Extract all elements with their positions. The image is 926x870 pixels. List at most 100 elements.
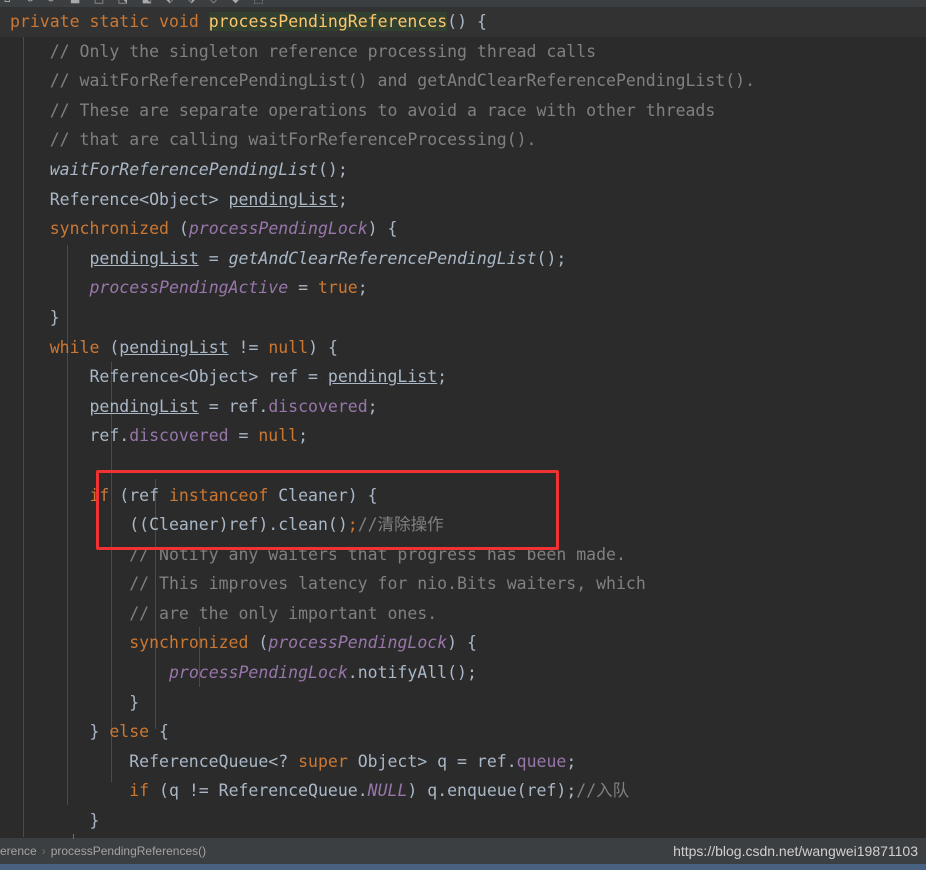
code-line[interactable]: Reference<Object> ref = pendingList; <box>0 362 926 392</box>
code-token-txt: ) { <box>367 219 398 239</box>
code-token-txt: } <box>10 722 110 742</box>
code-token-kw: void <box>159 12 199 31</box>
code-token-kw: super <box>298 751 348 771</box>
code-token-txt: ) q.enqueue(ref); <box>407 781 577 801</box>
code-line[interactable]: // Only the singleton reference processi… <box>0 37 926 67</box>
code-line[interactable]: waitForReferencePendingList(); <box>0 155 926 185</box>
code-token-txt: Object> q = ref. <box>347 751 517 771</box>
code-token-fld: queue <box>516 751 567 771</box>
bottom-accent-bar <box>0 864 926 870</box>
code-token-sfld: NULL <box>367 781 408 801</box>
code-lines[interactable]: private static void processPendingRefere… <box>0 7 926 838</box>
code-token-txt: ref. <box>10 426 130 446</box>
breadcrumb-item[interactable]: processPendingReferences() <box>51 844 206 858</box>
code-token-txt: ; <box>566 751 577 771</box>
code-token-cmt: // These are separate operations to avoi… <box>10 100 716 120</box>
code-token-loc: pendingList <box>119 337 229 357</box>
code-token-txt: ) { <box>308 337 338 357</box>
code-token-fld: discovered <box>268 396 368 416</box>
code-token-txt: Cleaner) { <box>268 485 378 505</box>
code-token-txt: = <box>288 278 318 298</box>
code-line[interactable]: pendingList = ref.discovered; <box>0 392 926 422</box>
code-line[interactable]: } else { <box>0 717 926 747</box>
code-token-fld: discovered <box>129 426 229 446</box>
code-token-kw: if <box>89 485 110 505</box>
code-token-cmt: // Notify any waiters that progress has … <box>10 544 626 564</box>
idea-editor-window: ⌂ ⟲ ⟳ ⬓ ⬒ ⬔ ⬕ ⬖ ⬗ ⬘ ⬙ ⬚ private static v… <box>0 0 926 870</box>
code-token-cmt: //入队 <box>576 781 630 801</box>
code-token-txt: (ref <box>109 485 169 505</box>
code-token-stm: waitForReferencePendingList <box>49 159 318 179</box>
code-token-txt: (); <box>536 248 567 268</box>
code-line[interactable]: processPendingActive = true; <box>0 273 926 303</box>
code-line[interactable]: // waitForReferencePendingList() and get… <box>0 66 926 96</box>
code-token-sfld: processPendingActive <box>89 278 289 298</box>
code-token-kw: null <box>258 426 299 446</box>
code-token-cmt: // waitForReferencePendingList() and get… <box>10 71 756 91</box>
code-line[interactable]: private static void processPendingRefere… <box>0 7 926 37</box>
code-line[interactable]: processPendingLock.notifyAll(); <box>0 658 926 688</box>
code-line[interactable]: } <box>0 806 926 836</box>
code-line[interactable]: synchronized (processPendingLock) { <box>0 628 926 658</box>
toolbar-strip[interactable]: ⌂ ⟲ ⟳ ⬓ ⬒ ⬔ ⬕ ⬖ ⬗ ⬘ ⬙ ⬚ <box>0 0 926 7</box>
code-token-stm: getAndClearReferencePendingList <box>228 248 537 268</box>
code-token-txt: = <box>198 248 229 268</box>
code-token-txt: ; <box>367 396 378 416</box>
code-token-kw: null <box>268 337 309 357</box>
code-line[interactable]: // that are calling waitForReferenceProc… <box>0 125 926 155</box>
code-line[interactable]: while (pendingList != null) { <box>0 333 926 363</box>
code-token-cmt: // This improves latency for nio.Bits wa… <box>10 574 646 594</box>
code-token-kw: ; <box>347 515 358 535</box>
code-token-txt: = ref. <box>198 396 269 416</box>
code-token-txt: ((Cleaner)ref).clean() <box>10 515 348 535</box>
code-token-loc: pendingList <box>327 367 438 387</box>
code-token-kw: while <box>49 337 100 357</box>
code-token-txt: ; <box>298 426 309 446</box>
code-token-cmt: // that are calling waitForReferenceProc… <box>10 130 537 150</box>
watermark-url: https://blog.csdn.net/wangwei19871103 <box>673 843 918 859</box>
code-line[interactable] <box>0 451 926 481</box>
code-token-cmt: //清除操作 <box>357 515 444 535</box>
code-line[interactable]: } <box>0 303 926 333</box>
code-line[interactable]: ref.discovered = null; <box>0 421 926 451</box>
code-token-txt: } <box>10 692 140 712</box>
code-token-kw: if <box>129 781 150 801</box>
code-token-txt: ( <box>99 337 120 357</box>
code-line[interactable]: ReferenceQueue<? super Object> q = ref.q… <box>0 747 926 777</box>
code-line[interactable]: // are the only important ones. <box>0 599 926 629</box>
code-token-txt: ) { <box>447 633 477 653</box>
code-line[interactable]: if (ref instanceof Cleaner) { <box>0 481 926 511</box>
breadcrumb-item[interactable]: erence <box>0 844 37 858</box>
code-token-txt: (q != ReferenceQueue. <box>149 781 368 801</box>
code-line[interactable]: // Notify any waiters that progress has … <box>0 540 926 570</box>
code-line[interactable]: // This improves latency for nio.Bits wa… <box>0 569 926 599</box>
code-token-kw: true <box>317 278 358 298</box>
code-line[interactable]: if (q != ReferenceQueue.NULL) q.enqueue(… <box>0 776 926 806</box>
code-editor[interactable]: private static void processPendingRefere… <box>0 7 926 838</box>
status-bar: erence › processPendingReferences() https:… <box>0 834 926 864</box>
code-token-sfld: processPendingLock <box>268 633 448 653</box>
code-token-txt: ( <box>168 219 189 239</box>
code-line[interactable]: Reference<Object> pendingList; <box>0 185 926 215</box>
toolbar-icons[interactable]: ⌂ ⟲ ⟳ ⬓ ⬒ ⬔ ⬕ ⬖ ⬗ ⬘ ⬙ ⬚ <box>4 0 269 5</box>
code-line[interactable]: pendingList = getAndClearReferencePendin… <box>0 244 926 274</box>
code-token-txt: ; <box>337 189 348 209</box>
code-token-loc: pendingList <box>89 396 199 416</box>
code-token-txt: } <box>10 811 100 831</box>
code-line[interactable]: synchronized (processPendingLock) { <box>0 214 926 244</box>
code-line[interactable]: } <box>0 688 926 718</box>
code-token-txt: .notifyAll(); <box>347 663 477 683</box>
breadcrumb[interactable]: erence › processPendingReferences() <box>0 838 206 864</box>
code-line[interactable]: ((Cleaner)ref).clean();//清除操作 <box>0 510 926 540</box>
code-line[interactable]: // These are separate operations to avoi… <box>0 96 926 126</box>
